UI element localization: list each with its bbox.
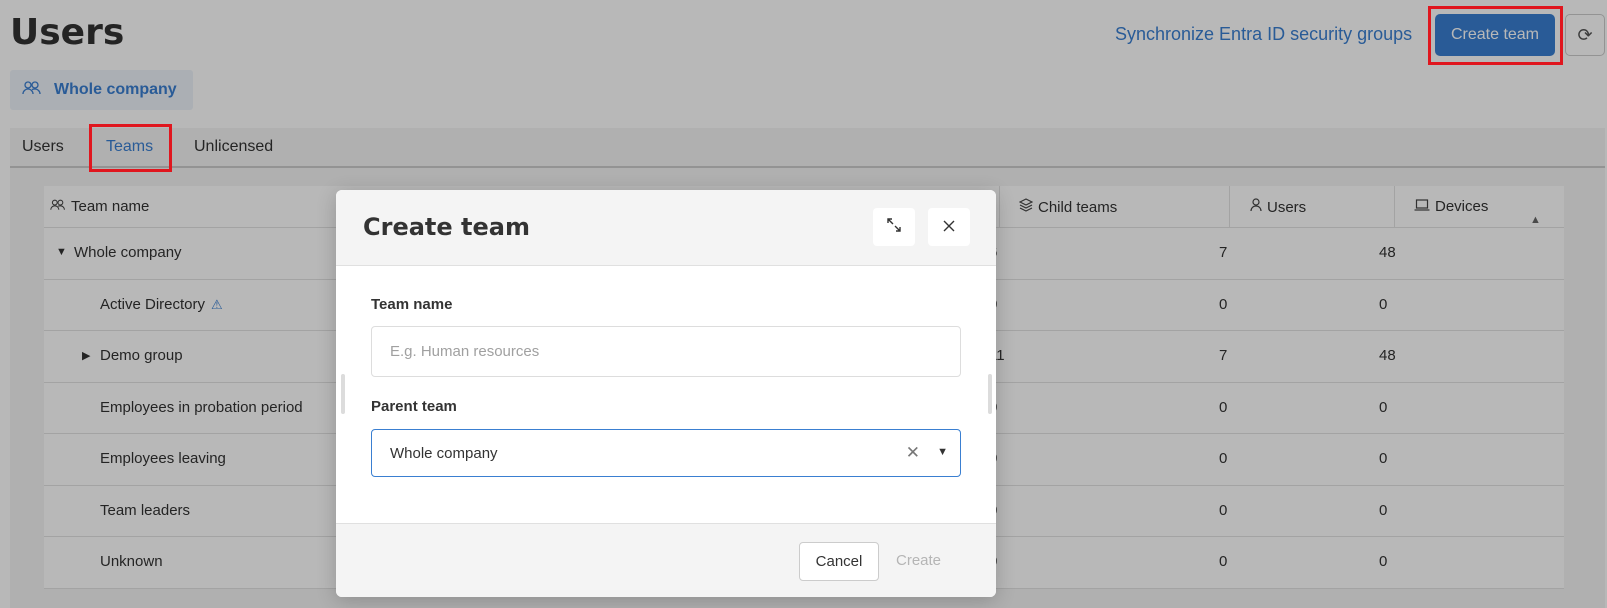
close-icon <box>942 217 956 238</box>
highlight-create-team <box>1428 6 1563 65</box>
dialog-header: Create team <box>336 190 996 266</box>
resize-handle-right[interactable] <box>988 374 992 414</box>
dialog-body: Team name Parent team Whole company ✕ ▼ <box>336 266 996 523</box>
team-name-input[interactable] <box>371 326 961 377</box>
highlight-teams-tab <box>89 124 172 172</box>
parent-team-select[interactable]: Whole company ✕ ▼ <box>371 429 961 477</box>
parent-team-label: Parent team <box>371 398 457 415</box>
close-dialog-button[interactable] <box>928 208 970 246</box>
create-team-dialog: Create team Team name Parent team Whole … <box>336 190 996 597</box>
dialog-footer: Cancel Create <box>336 523 996 597</box>
expand-icon <box>886 217 902 238</box>
cancel-button[interactable]: Cancel <box>799 542 879 581</box>
clear-icon[interactable]: ✕ <box>906 443 920 463</box>
team-name-label: Team name <box>371 296 453 313</box>
parent-team-value: Whole company <box>390 445 498 462</box>
create-button[interactable]: Create <box>896 552 941 569</box>
resize-handle-left[interactable] <box>341 374 345 414</box>
expand-dialog-button[interactable] <box>873 208 915 246</box>
dropdown-arrow-icon[interactable]: ▼ <box>937 446 948 458</box>
dialog-title: Create team <box>363 213 530 241</box>
